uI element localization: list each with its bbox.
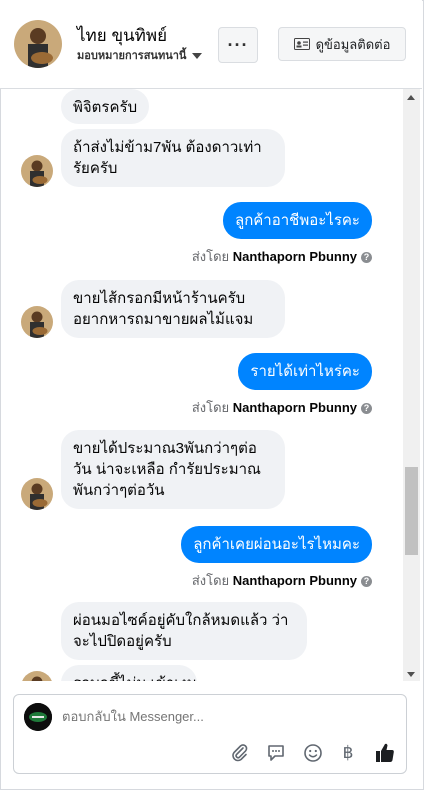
message-incoming: ถ้าส่งไม่ข้าม7พัน ต้องดาวเท่ารัยครับ: [61, 129, 285, 187]
reply-composer: ฿: [13, 694, 407, 774]
assign-conversation-dropdown[interactable]: มอบหมายการสนทนานี้: [77, 46, 203, 64]
sent-by-label: ส่งโดย Nanthaporn Pbunny?: [192, 570, 372, 591]
sent-by-prefix: ส่งโดย: [191, 249, 230, 264]
message-incoming: ขายไส้กรอกมีหน้าร้านครับ อยากหารถมาขายผล…: [61, 280, 285, 338]
thumbs-up-icon[interactable]: [373, 741, 397, 765]
message-outgoing: รายได้เท่าไหร่คะ: [238, 353, 372, 390]
agent-name: Nanthaporn Pbunny: [232, 249, 357, 264]
message-incoming: รถบกขี้ไม่ม เข้าเงนแ: [61, 665, 197, 681]
view-contact-button[interactable]: ดูข้อมูลติดต่อ: [278, 27, 406, 61]
view-contact-label: ดูข้อมูลติดต่อ: [315, 36, 391, 52]
saved-reply-icon[interactable]: [264, 741, 288, 765]
more-options-button[interactable]: ···: [218, 27, 258, 63]
message-list[interactable]: พิจิตรครับ ถ้าส่งไม่ข้าม7พัน ต้องดาวเท่า…: [0, 89, 422, 681]
avatar: [21, 478, 53, 510]
agent-name: Nanthaporn Pbunny: [232, 400, 357, 415]
scroll-down-icon[interactable]: [407, 672, 415, 677]
contact-card-icon: [293, 38, 310, 50]
reply-input[interactable]: [62, 709, 382, 724]
emoji-icon[interactable]: [301, 741, 325, 765]
help-icon[interactable]: ?: [361, 252, 372, 264]
help-icon[interactable]: ?: [361, 403, 372, 415]
message-incoming: พิจิตรครับ: [61, 89, 150, 124]
chat-header: ไทย ขุนทิพย์ มอบหมายการสนทนานี้ ··· ดูข้…: [0, 0, 422, 89]
avatar[interactable]: [14, 20, 62, 68]
message-outgoing: ลูกค้าเคยผ่อนอะไรไหมคะ: [181, 526, 372, 563]
sent-by-prefix: ส่งโดย: [191, 400, 230, 415]
caret-down-icon: [192, 53, 203, 60]
message-incoming: ผ่อนมอไซค์อยู่คับใกล้หมดแล้ว ว่าจะไปปิดอ…: [61, 602, 307, 660]
contact-name: ไทย ขุนทิพย์: [77, 26, 168, 45]
scroll-up-icon[interactable]: [407, 95, 415, 100]
paperclip-icon[interactable]: [228, 741, 252, 765]
sent-by-prefix: ส่งโดย: [191, 573, 230, 588]
scrollbar[interactable]: [403, 89, 420, 681]
composer-toolbar: ฿: [14, 741, 408, 769]
sent-by-label: ส่งโดย Nanthaporn Pbunny?: [192, 397, 372, 418]
page-avatar: [24, 703, 52, 731]
assign-label: มอบหมายการสนทนานี้: [77, 50, 187, 62]
sent-by-label: ส่งโดย Nanthaporn Pbunny?: [192, 246, 372, 267]
message-incoming: ขายได้ประมาณ3พันกว่าๆต่อวัน น่าจะเหลือ ก…: [61, 430, 285, 509]
help-icon[interactable]: ?: [361, 576, 372, 588]
scrollbar-thumb[interactable]: [405, 467, 418, 555]
avatar: [21, 306, 53, 338]
baht-icon[interactable]: ฿: [336, 741, 360, 765]
message-outgoing: ลูกค้าอาชีพอะไรคะ: [223, 202, 372, 239]
avatar: [21, 155, 53, 187]
avatar: [21, 671, 53, 681]
agent-name: Nanthaporn Pbunny: [232, 573, 357, 588]
